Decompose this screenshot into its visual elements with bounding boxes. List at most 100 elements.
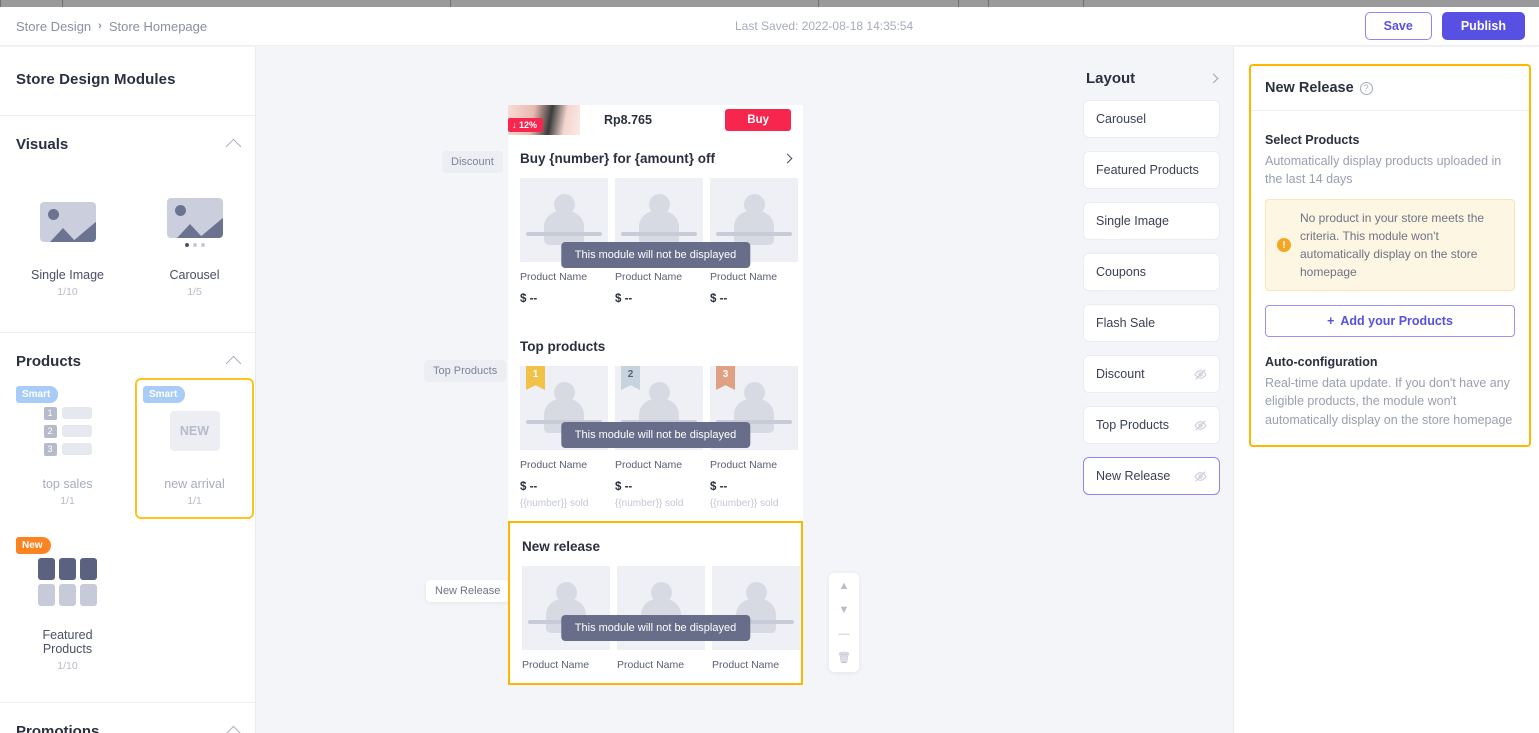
help-icon[interactable]: ? [1359,81,1373,95]
sidebar-card-carousel[interactable]: Carousel 1/5 [135,169,254,310]
buy-button[interactable]: Buy [725,109,791,131]
layout-item-label: Single Image [1096,214,1169,228]
product-name: Product Name [520,271,588,283]
settings-header: New Release ? [1251,66,1529,111]
product-name: Product Name [712,659,780,671]
sidebar-section-visuals-header[interactable]: Visuals [0,116,255,155]
layout-item-single-image[interactable]: Single Image [1083,202,1220,240]
sidebar-card-count: 1/10 [57,286,78,298]
chevron-up-icon[interactable] [225,355,242,372]
layout-item-flash-sale[interactable]: Flash Sale [1083,304,1220,342]
module-title: Top products [520,339,791,354]
layout-item-discount[interactable]: Discount [1083,355,1220,393]
sidebar-section-promotions-header[interactable]: Promotions [0,703,255,733]
discount-badge: ↓ 12% [508,118,544,132]
sidebar-section-products-header[interactable]: Products [0,333,255,372]
sidebar-card-new-arrival[interactable]: Smart NEW new arrival 1/1 [135,378,254,519]
warning-icon: ! [1277,238,1291,253]
product-sold-count: {{number}} sold [520,498,589,509]
sidebar-card-featured-products[interactable]: New Featured Products 1/10 [8,529,127,684]
product-price: $ -- [710,293,728,305]
product-sold-count: {{number}} sold [710,498,779,509]
canvas-module-top-products[interactable]: Top products 1 Product Name $ -- {{numbe… [508,317,803,521]
layout-item-label: Top Products [1096,418,1169,432]
module-hidden-overlay: This module will not be displayed [560,615,751,641]
select-products-description: Automatically display products uploaded … [1265,154,1502,187]
smart-tag: Smart [16,386,59,403]
chevron-right-icon: › [98,20,102,32]
store-design-modules-sidebar: Store Design Modules Visuals Single Imag… [0,47,256,733]
module-title-text: New release [522,539,601,554]
carousel-icon [145,185,244,259]
layout-item-new-release[interactable]: New Release [1083,457,1220,495]
store-homepage-preview: ↓ 12% Rp8.765 Buy Buy {number} for {amou… [508,105,803,685]
module-hidden-overlay: This module will not be displayed [560,422,751,448]
eye-off-icon[interactable] [1194,368,1207,381]
layout-item-top-products[interactable]: Top Products [1083,406,1220,444]
move-down-icon[interactable]: ▼ [839,605,850,616]
module-label-new-release[interactable]: New Release [426,580,510,603]
move-up-icon[interactable]: ▲ [839,581,850,592]
last-saved-text: Last Saved: 2022-08-18 14:35:54 [735,19,914,33]
auto-configuration-label: Auto-configuration [1265,355,1378,370]
layout-item-label: Coupons [1096,265,1147,279]
chevron-right-icon[interactable] [1208,73,1219,84]
chevron-up-icon[interactable] [225,138,242,155]
product-price: $ -- [520,481,538,493]
breadcrumb-root[interactable]: Store Design [16,19,91,34]
sidebar-section-promotions-title: Promotions [16,723,100,733]
sidebar-products-grid-2: New Featured Products 1/10 [0,529,255,684]
module-label-discount[interactable]: Discount [442,151,503,174]
layout-panel: Layout Carousel Featured Products Single… [1070,47,1234,733]
layout-item-coupons[interactable]: Coupons [1083,253,1220,291]
sidebar-products-grid: Smart 1 2 3 top sales 1/1 Smart NEW new … [0,378,255,519]
no-product-warning: ! No product in your store meets the cri… [1265,199,1515,292]
module-title-text: Buy {number} for {amount} off [520,151,716,166]
settings-title: New Release [1265,80,1354,96]
layout-panel-header[interactable]: Layout [1070,47,1233,87]
sidebar-card-label: Single Image [31,268,104,282]
new-tag: New [16,537,51,554]
select-products-label: Select Products [1265,133,1360,147]
single-image-icon [18,185,117,259]
save-button[interactable]: Save [1364,11,1432,41]
product-price: $ -- [710,481,728,493]
sidebar-card-label: Featured Products [42,628,93,656]
warning-text: No product in your store meets the crite… [1300,211,1485,280]
sidebar-card-count: 1/5 [187,286,202,298]
sidebar-card-single-image[interactable]: Single Image 1/10 [8,169,127,310]
homepage-preview-canvas: Discount Top Products New Release ↓ 12% … [256,47,1070,733]
product-name: Product Name [615,271,683,283]
add-products-label: Add your Products [1340,314,1453,329]
product-name: Product Name [617,659,685,671]
chevron-right-icon[interactable] [782,153,793,164]
layout-panel-title: Layout [1086,70,1136,87]
sidebar-card-top-sales[interactable]: Smart 1 2 3 top sales 1/1 [8,378,127,519]
plus-icon: + [1327,314,1335,329]
top-sales-icon: 1 2 3 [18,394,117,468]
product-price: $ -- [520,293,538,305]
layout-item-carousel[interactable]: Carousel [1083,100,1220,138]
product-name: Product Name [522,659,590,671]
product-name: Product Name [710,459,778,471]
header-actions: Save Publish [1364,11,1525,41]
sidebar-title: Store Design Modules [16,71,176,88]
module-title: New release [522,539,789,554]
canvas-module-discount[interactable]: Buy {number} for {amount} off Product Na… [508,135,803,317]
sidebar-card-label: top sales [42,477,93,491]
eye-off-icon[interactable] [1194,419,1207,432]
module-label-top-products[interactable]: Top Products [424,360,507,383]
layout-item-label: Discount [1096,367,1145,381]
delete-icon[interactable]: 🗑 [837,653,851,664]
chevron-up-icon[interactable] [225,725,242,733]
collapse-icon[interactable]: — [839,629,850,640]
auto-configuration-description: Real-time data update. If you don't have… [1265,376,1513,427]
publish-button[interactable]: Publish [1441,11,1525,41]
eye-off-icon[interactable] [1194,470,1207,483]
product-sold-count: {{number}} sold [615,498,684,509]
layout-item-featured-products[interactable]: Featured Products [1083,151,1220,189]
layout-item-label: New Release [1096,469,1171,483]
product-thumbnail: ↓ 12% [508,105,580,135]
add-your-products-button[interactable]: + Add your Products [1265,305,1515,338]
canvas-module-new-release[interactable]: New release Product Name Product Name Pr… [508,521,803,685]
